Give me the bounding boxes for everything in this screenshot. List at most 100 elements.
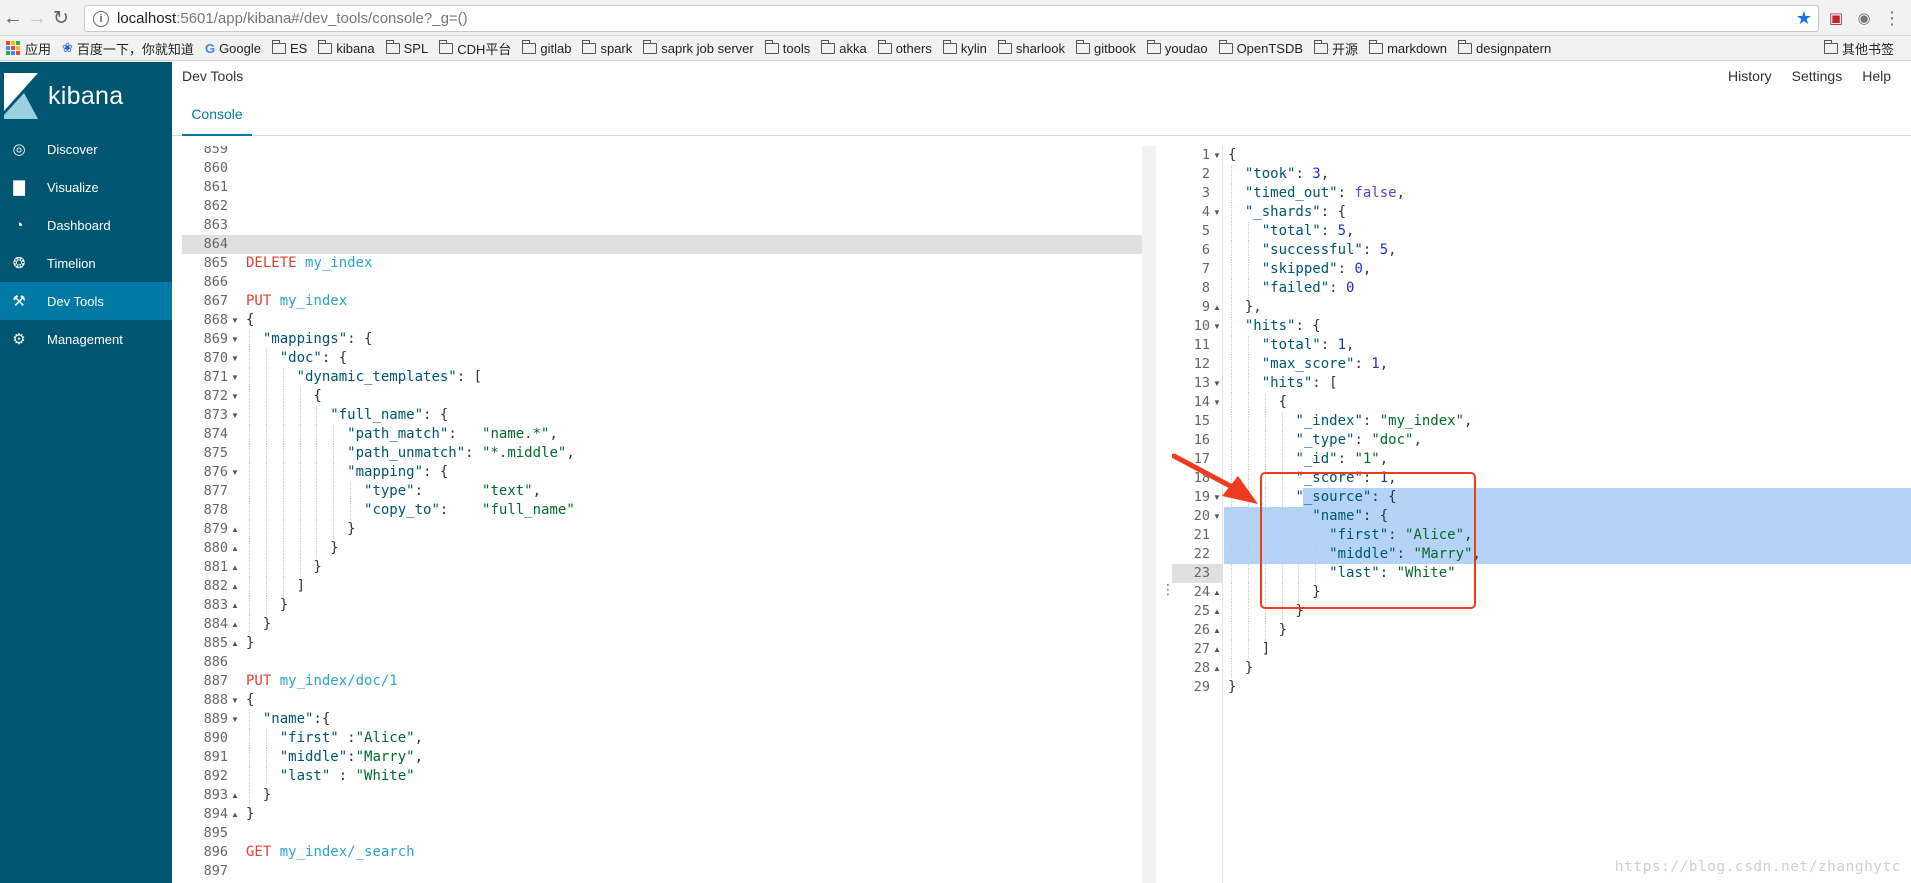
fold-open-icon[interactable]: ▼ [1213, 317, 1221, 336]
fold-open-icon[interactable]: ▼ [231, 368, 239, 387]
sidebar-item-management[interactable]: ⚙ Management [0, 320, 172, 358]
bookmark-item[interactable]: kibana [318, 39, 375, 56]
help-link[interactable]: Help [1862, 68, 1891, 84]
fold-open-icon[interactable]: ▼ [231, 330, 239, 349]
bookmark-item[interactable]: saprk job server [643, 39, 754, 56]
bookmark-label: gitbook [1093, 40, 1136, 56]
bookmark-item[interactable]: sharlook [997, 39, 1065, 56]
fold-close-icon[interactable]: ▲ [1213, 640, 1221, 659]
bookmark-star-icon[interactable]: ★ [1796, 8, 1812, 29]
bookmark-item[interactable]: CDH平台 [439, 39, 511, 58]
fold-open-icon[interactable]: ▼ [231, 349, 239, 368]
bookmark-item[interactable]: 应用 [0, 39, 51, 58]
sidebar-item-visualize[interactable]: ▇ Visualize [0, 168, 172, 206]
back-icon[interactable]: ← [0, 5, 26, 31]
sidebar-item-label: Discover [47, 141, 98, 157]
editor-splitter[interactable]: ⋮ [1142, 146, 1175, 883]
code-token: "mapping" [347, 464, 424, 480]
kibana-logo[interactable]: kibana [0, 62, 172, 130]
code-line: { [1228, 146, 1236, 165]
reload-icon[interactable]: ↻ [48, 5, 74, 31]
other-bookmarks[interactable]: 其他书签 [1823, 36, 1894, 61]
fold-open-icon[interactable]: ▼ [231, 691, 239, 710]
bookmark-item[interactable]: youdao [1146, 39, 1208, 56]
sidebar-item-dev-tools[interactable]: ⚒ Dev Tools [0, 282, 172, 320]
code-line: } [1228, 678, 1236, 697]
bookmark-item[interactable]: spark [582, 39, 632, 56]
fold-close-icon[interactable]: ▲ [1213, 298, 1221, 317]
code-token: 0 [1346, 280, 1355, 296]
fold-close-icon[interactable]: ▲ [231, 615, 239, 634]
fold-close-icon[interactable]: ▲ [231, 558, 239, 577]
sidebar-item-timelion[interactable]: ❂ Timelion [0, 244, 172, 282]
fold-close-icon[interactable]: ▲ [231, 786, 239, 805]
fold-close-icon[interactable]: ▲ [231, 596, 239, 615]
bookmark-item[interactable]: tools [764, 39, 810, 56]
fold-close-icon[interactable]: ▲ [1213, 659, 1221, 678]
fold-open-icon[interactable]: ▼ [1213, 374, 1221, 393]
folder-icon [877, 39, 892, 54]
address-bar[interactable]: i localhost:5601/app/kibana#/dev_tools/c… [84, 5, 1819, 32]
code-token: , [1362, 261, 1372, 277]
bookmark-item[interactable]: akka [821, 39, 867, 56]
bookmark-item[interactable]: designpatern [1458, 39, 1551, 56]
fold-open-icon[interactable]: ▼ [231, 406, 239, 425]
menu-icon[interactable]: ⋮ [1882, 8, 1902, 28]
fold-open-icon[interactable]: ▼ [1213, 507, 1221, 526]
bookmark-item[interactable]: gitbook [1075, 39, 1136, 56]
bookmark-item[interactable]: markdown [1369, 39, 1447, 56]
fold-open-icon[interactable]: ▼ [231, 463, 239, 482]
code-token: "total" [1261, 223, 1321, 239]
bookmark-item[interactable]: 开源 [1314, 39, 1358, 58]
sidebar-item-dashboard[interactable]: ◔ Dashboard [0, 206, 172, 244]
settings-link[interactable]: Settings [1792, 68, 1843, 84]
code-line: { [246, 387, 321, 406]
info-icon[interactable]: i [93, 10, 109, 27]
line-number: 875 [203, 445, 228, 461]
folder-icon [1075, 39, 1090, 54]
camera-icon[interactable]: ◉ [1854, 8, 1874, 28]
fold-close-icon[interactable]: ▲ [231, 805, 239, 824]
bookmark-item[interactable]: gitlab [522, 39, 571, 56]
code-token: } [1228, 622, 1288, 638]
fold-open-icon[interactable]: ▼ [231, 710, 239, 729]
bookmark-item[interactable]: kylin [942, 39, 987, 56]
code-token: , [1379, 451, 1389, 467]
fold-close-icon[interactable]: ▲ [1213, 621, 1221, 640]
fold-open-icon[interactable]: ▼ [231, 311, 239, 330]
fold-close-icon[interactable]: ▲ [231, 634, 239, 653]
fold-close-icon[interactable]: ▲ [231, 577, 239, 596]
request-editor-scrollbar[interactable] [1142, 146, 1156, 883]
bookmark-item[interactable]: ❀ 百度一下，你就知道 [62, 39, 194, 58]
code-line: "skipped": 0, [1228, 260, 1372, 279]
bookmark-item[interactable]: G Google [205, 41, 261, 56]
request-editor[interactable]: 859 860 861 862 863 864 865 DELETE my_index 866 8… [182, 146, 1142, 883]
sidebar-item-discover[interactable]: ◎ Discover [0, 130, 172, 168]
fold-open-icon[interactable]: ▼ [231, 387, 239, 406]
bookmark-item[interactable]: ES [271, 39, 307, 56]
code-token: "full_name" [330, 407, 424, 423]
code-line: } [246, 520, 355, 539]
history-link[interactable]: History [1728, 68, 1772, 84]
extension-red-icon[interactable]: ▣ [1826, 8, 1846, 28]
line-number: 863 [203, 217, 228, 233]
tab-console[interactable]: Console [182, 104, 252, 136]
folder-icon [1146, 39, 1161, 54]
code-token: "full_name" [482, 502, 575, 518]
forward-icon[interactable]: → [24, 5, 50, 31]
code-token: , [414, 749, 424, 765]
fold-open-icon[interactable]: ▼ [1213, 203, 1221, 222]
fold-open-icon[interactable]: ▼ [1213, 146, 1221, 165]
code-token: } [1228, 679, 1237, 695]
bookmark-item[interactable]: others [877, 39, 932, 56]
bookmark-item[interactable]: OpenTSDB [1218, 39, 1303, 56]
fold-close-icon[interactable]: ▲ [1213, 583, 1221, 602]
fold-close-icon[interactable]: ▲ [231, 539, 239, 558]
fold-open-icon[interactable]: ▼ [1213, 393, 1221, 412]
code-line: ] [246, 577, 305, 596]
fold-close-icon[interactable]: ▲ [231, 520, 239, 539]
bookmark-item[interactable]: SPL [385, 39, 428, 56]
fold-close-icon[interactable]: ▲ [1213, 602, 1221, 621]
